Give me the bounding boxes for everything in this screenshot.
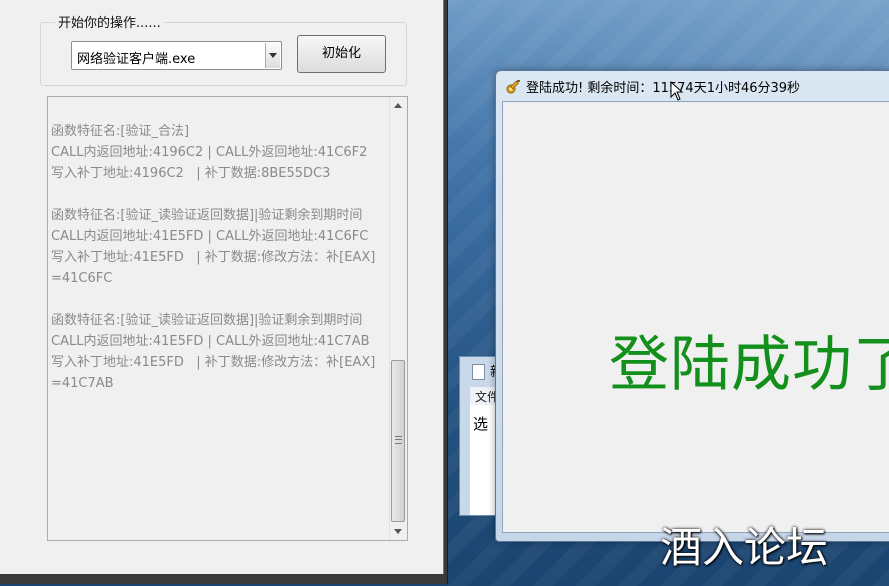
log-line: CALL内返回地址:41E5FD | CALL外返回地址:41C6FC xyxy=(51,229,369,244)
chevron-down-icon xyxy=(269,53,277,58)
operation-group-title: 开始你的操作...... xyxy=(55,12,164,31)
log-line: 写入补丁地址:41E5FD | 补丁数据:修改方法：补[EAX] =41C6FC xyxy=(51,250,380,286)
log-line: 写入补丁地址:4196C2 | 补丁数据:8BE55DC3 xyxy=(51,166,331,181)
success-window-client: 登陆成功了 xyxy=(502,101,889,533)
watermark-text: 酒入论坛 xyxy=(660,523,829,572)
process-select[interactable]: 网络验证客户端.exe xyxy=(71,41,282,70)
process-select-value: 网络验证客户端.exe xyxy=(77,52,196,67)
initialize-button[interactable]: 初始化 xyxy=(297,35,386,73)
log-line: CALL内返回地址:41E5FD | CALL外返回地址:41C7AB xyxy=(51,334,370,349)
scroll-down-arrow-icon[interactable] xyxy=(394,529,402,534)
log-line: 函数特征名:[验证_读验证返回数据]|验证剩余到期时间 xyxy=(51,208,363,223)
process-select-dropdown-button[interactable] xyxy=(265,43,280,68)
log-line: 函数特征名:[验证_读验证返回数据]|验证剩余到期时间 xyxy=(51,313,363,328)
log-output-textarea[interactable]: 函数特征名:[验证_合法] CALL内返回地址:4196C2 | CALL外返回地… xyxy=(47,96,408,541)
notepad-icon xyxy=(472,364,485,380)
log-line: 写入补丁地址:41E5FD | 补丁数据:修改方法：补[EAX] =41C7AB xyxy=(51,355,380,391)
log-line: CALL内返回地址:4196C2 | CALL外返回地址:41C6F2 xyxy=(51,145,368,160)
app-window: 开始你的操作...... 网络验证客户端.exe 初始化 函数特征名:[验证_合… xyxy=(0,0,444,574)
login-success-window[interactable]: 登陆成功! 剩余时间：11574天1小时46分39秒 登陆成功了 xyxy=(495,70,889,542)
background-window-text: 选 xyxy=(473,415,489,433)
scrollbar-grip-icon xyxy=(395,436,402,444)
scrollbar-thumb[interactable] xyxy=(391,360,405,522)
login-success-message: 登陆成功了 xyxy=(609,330,889,400)
log-output-text: 函数特征名:[验证_合法] CALL内返回地址:4196C2 | CALL外返回地… xyxy=(51,121,386,394)
mouse-cursor-icon xyxy=(670,81,684,101)
scroll-up-arrow-icon[interactable] xyxy=(394,103,402,108)
success-window-title: 登陆成功! 剩余时间：11574天1小时46分39秒 xyxy=(526,81,801,96)
app-window-frame: 开始你的操作...... 网络验证客户端.exe 初始化 函数特征名:[验证_合… xyxy=(0,0,448,584)
log-scrollbar[interactable] xyxy=(389,97,407,540)
key-icon xyxy=(506,80,520,94)
log-line: 函数特征名:[验证_合法] xyxy=(51,124,190,139)
